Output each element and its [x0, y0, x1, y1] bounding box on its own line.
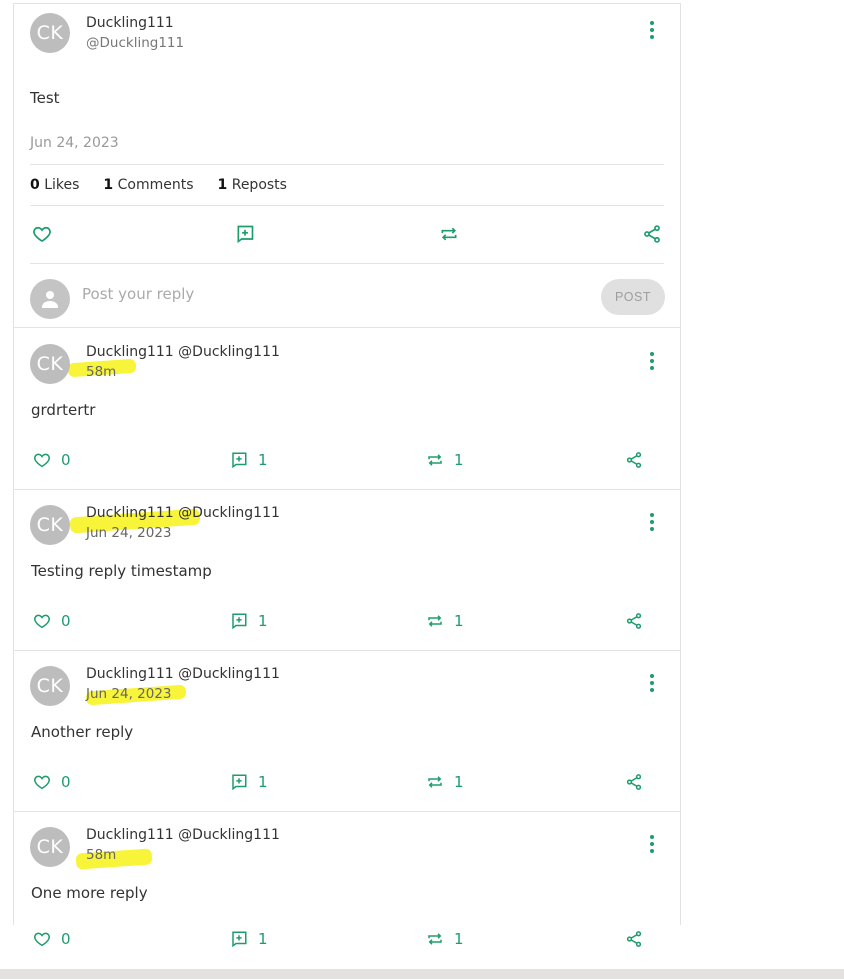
repost-button[interactable]	[439, 224, 459, 244]
reply-item: CK Duckling111 @Duckling111 58m grdrtert…	[14, 328, 680, 489]
share-icon	[644, 225, 660, 243]
repost-icon	[428, 776, 442, 788]
reply-time: Jun 24, 2023	[86, 686, 172, 702]
reply-author[interactable]: Duckling111 @Duckling111	[86, 666, 280, 682]
like-button[interactable]: 0	[33, 451, 71, 469]
reply-item: CK Duckling111 @Duckling111 Jun 24, 2023…	[14, 489, 680, 650]
current-user-avatar	[30, 279, 70, 319]
reply-avatar[interactable]: CK	[30, 666, 70, 706]
like-count: 0	[61, 451, 71, 469]
like-button[interactable]: 0	[33, 773, 71, 791]
comment-count: 1	[258, 930, 268, 948]
comment-count: 1	[258, 451, 268, 469]
share-icon	[626, 931, 642, 947]
comment-button[interactable]: 1	[230, 773, 268, 791]
author-avatar[interactable]: CK	[30, 13, 70, 53]
share-icon	[626, 452, 642, 468]
reply-avatar[interactable]: CK	[30, 827, 70, 867]
reply-item: CK Duckling111 @Duckling111 Jun 24, 2023…	[14, 650, 680, 811]
comment-button[interactable]: 1	[230, 612, 268, 630]
more-options-icon[interactable]	[646, 672, 658, 694]
comment-button[interactable]	[235, 224, 255, 244]
repost-button[interactable]: 1	[426, 930, 464, 948]
author-handle[interactable]: @Duckling111	[86, 35, 184, 51]
repost-count: 1	[454, 930, 464, 948]
share-button[interactable]	[625, 612, 643, 630]
share-icon	[626, 774, 642, 790]
comment-count: 1	[258, 612, 268, 630]
comment-add-icon	[232, 931, 247, 948]
user-icon	[42, 291, 58, 308]
reply-text: Testing reply timestamp	[31, 562, 212, 580]
share-button[interactable]	[625, 930, 643, 948]
comment-button[interactable]: 1	[230, 930, 268, 948]
reposts-stat[interactable]: 1 Reposts	[218, 177, 287, 193]
comment-add-icon	[237, 225, 254, 244]
share-button[interactable]	[625, 451, 643, 469]
composer-divider	[30, 263, 664, 264]
reply-author[interactable]: Duckling111 @Duckling111	[86, 827, 280, 843]
more-options-icon[interactable]	[646, 19, 658, 41]
horizontal-scrollbar[interactable]	[0, 969, 844, 979]
heart-icon	[34, 775, 50, 790]
like-count: 0	[61, 612, 71, 630]
author-name[interactable]: Duckling111	[86, 15, 174, 31]
comment-count: 1	[258, 773, 268, 791]
comment-add-icon	[232, 774, 247, 791]
like-button[interactable]	[32, 224, 52, 244]
comments-stat[interactable]: 1 Comments	[103, 177, 193, 193]
repost-button[interactable]: 1	[426, 451, 464, 469]
heart-icon	[33, 226, 51, 243]
reply-text: Another reply	[31, 723, 134, 741]
post-feed: CK Duckling111 @Duckling111 Test Jun 24,…	[13, 3, 681, 925]
post-reply-button[interactable]: POST	[601, 279, 665, 315]
repost-icon	[441, 227, 457, 241]
reply-avatar[interactable]: CK	[30, 505, 70, 545]
like-count: 0	[61, 930, 71, 948]
repost-icon	[428, 615, 442, 627]
more-options-icon[interactable]	[646, 833, 658, 855]
comment-add-icon	[232, 613, 247, 630]
reply-text: grdrtertr	[31, 401, 96, 419]
post-stats: 0 Likes 1 Comments 1 Reposts	[30, 164, 664, 206]
post-text: Test	[30, 89, 60, 107]
share-icon	[626, 613, 642, 629]
likes-stat[interactable]: 0 Likes	[30, 177, 79, 193]
reply-time: 58m	[86, 847, 117, 863]
like-count: 0	[61, 773, 71, 791]
share-button[interactable]	[625, 773, 643, 791]
heart-icon	[34, 614, 50, 629]
reply-time: Jun 24, 2023	[86, 525, 172, 541]
reply-author[interactable]: Duckling111 @Duckling111	[86, 344, 280, 360]
share-button[interactable]	[642, 224, 662, 244]
repost-icon	[428, 454, 442, 466]
like-button[interactable]: 0	[33, 930, 71, 948]
more-options-icon[interactable]	[646, 350, 658, 372]
post-date: Jun 24, 2023	[30, 135, 119, 151]
reply-input[interactable]	[82, 285, 582, 303]
heart-icon	[34, 932, 50, 947]
reply-text: One more reply	[31, 884, 148, 902]
comment-add-icon	[232, 452, 247, 469]
comment-button[interactable]: 1	[230, 451, 268, 469]
like-button[interactable]: 0	[33, 612, 71, 630]
repost-button[interactable]: 1	[426, 773, 464, 791]
reply-author[interactable]: Duckling111 @Duckling111	[86, 505, 280, 521]
more-options-icon[interactable]	[646, 511, 658, 533]
repost-count: 1	[454, 612, 464, 630]
repost-count: 1	[454, 451, 464, 469]
reply-actions-row: 0 1 1	[13, 930, 681, 956]
reply-item: CK Duckling111 @Duckling111 58m One more…	[14, 811, 680, 926]
heart-icon	[34, 453, 50, 468]
reply-time: 58m	[86, 364, 117, 380]
repost-icon	[428, 933, 442, 945]
reply-avatar[interactable]: CK	[30, 344, 70, 384]
repost-count: 1	[454, 773, 464, 791]
repost-button[interactable]: 1	[426, 612, 464, 630]
